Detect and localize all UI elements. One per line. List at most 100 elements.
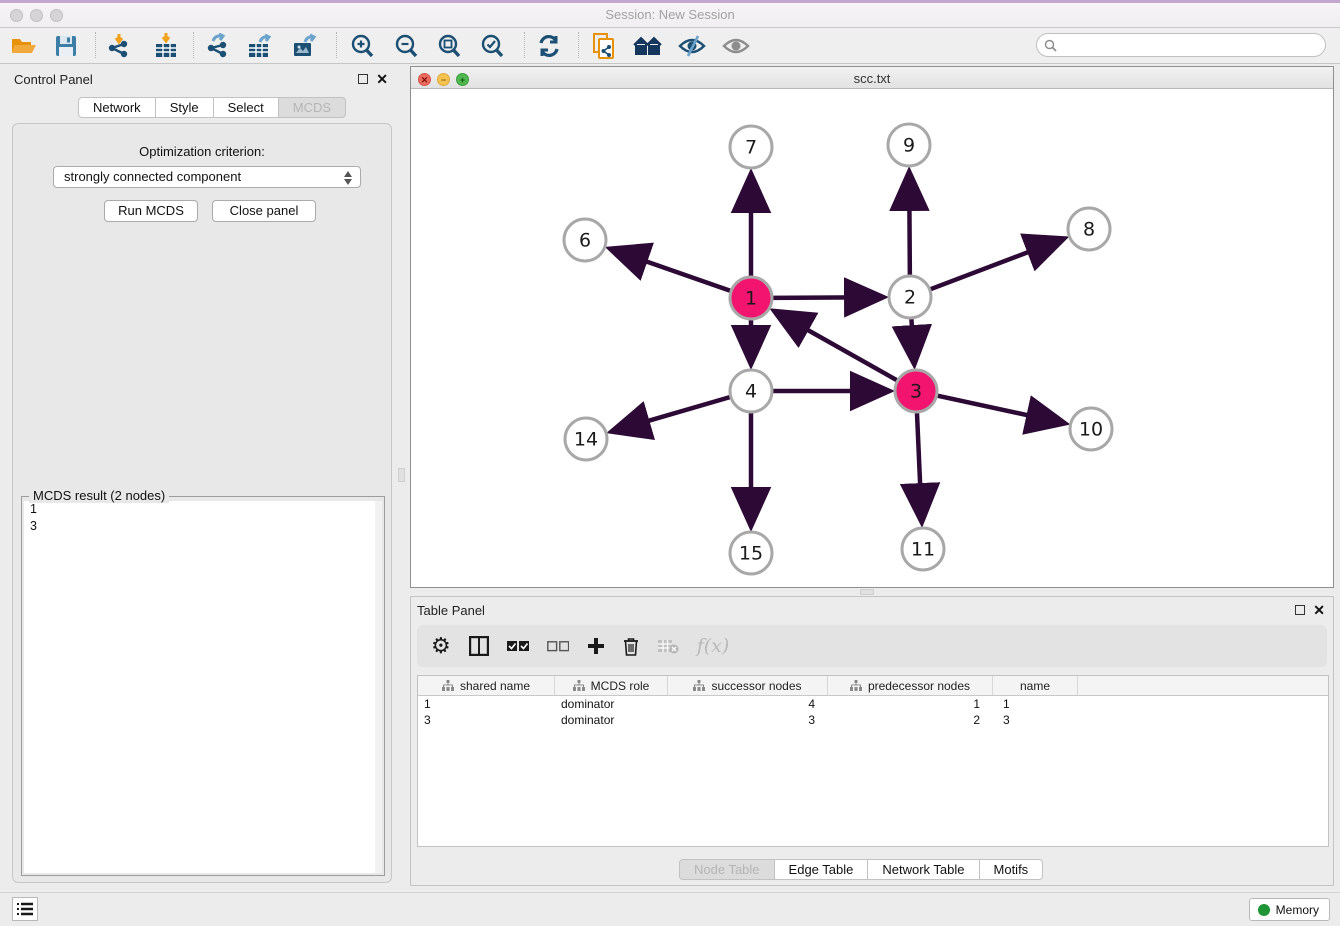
control-panel-title: Control Panel <box>14 72 93 87</box>
column-header-shared-name[interactable]: shared name <box>418 676 555 695</box>
zoom-fit-icon[interactable] <box>433 31 465 61</box>
window-title: Session: New Session <box>0 7 1340 22</box>
mcds-panel: Optimization criterion: strongly connect… <box>12 123 392 883</box>
delete-column-icon[interactable] <box>623 637 639 656</box>
vertical-splitter[interactable] <box>397 66 407 886</box>
zoom-out-icon[interactable] <box>390 31 422 61</box>
edge-2-8[interactable] <box>931 240 1061 290</box>
cell[interactable]: 2 <box>828 712 993 728</box>
show-graphics-details-icon[interactable] <box>720 31 752 61</box>
column-header-successor-nodes[interactable]: successor nodes <box>668 676 828 695</box>
import-network-icon[interactable] <box>103 31 135 61</box>
mcds-result-text[interactable]: 13 <box>24 501 382 873</box>
search-box[interactable] <box>1036 33 1326 57</box>
table-row[interactable]: 1dominator411 <box>418 696 1328 712</box>
main-toolbar <box>0 28 1340 64</box>
edge-3-11[interactable] <box>917 413 922 519</box>
table-header-row: shared nameMCDS rolesuccessor nodesprede… <box>418 676 1328 696</box>
optimization-criterion-select[interactable]: strongly connected component <box>53 166 361 188</box>
cell[interactable]: dominator <box>555 696 668 712</box>
network-view-window: ✕−+ scc.txt 7968124314101511 <box>410 66 1334 588</box>
optimization-criterion-label: Optimization criterion: <box>13 144 391 159</box>
cell[interactable]: 3 <box>668 712 828 728</box>
column-header-predecessor-nodes[interactable]: predecessor nodes <box>828 676 993 695</box>
create-column-icon[interactable] <box>587 637 605 655</box>
column-header-MCDS-role[interactable]: MCDS role <box>555 676 668 695</box>
tab-motifs[interactable]: Motifs <box>980 859 1044 880</box>
result-line: 3 <box>24 518 382 535</box>
select-all-columns-icon[interactable] <box>507 641 529 652</box>
close-panel-icon[interactable]: ✕ <box>376 71 388 88</box>
open-session-icon[interactable] <box>8 31 40 61</box>
edge-3-10[interactable] <box>937 396 1061 423</box>
table-settings-icon[interactable]: ⚙ <box>431 633 451 659</box>
edge-3-1[interactable] <box>777 313 897 380</box>
float-table-panel-icon[interactable] <box>1295 605 1305 615</box>
node-label-10: 10 <box>1079 419 1103 441</box>
task-history-button[interactable] <box>12 897 38 921</box>
node-label-14: 14 <box>574 429 598 451</box>
cell[interactable]: 1 <box>418 696 555 712</box>
result-scrollbar[interactable] <box>375 501 382 873</box>
run-mcds-button[interactable]: Run MCDS <box>104 200 198 222</box>
function-builder-icon: f(x) <box>697 635 730 657</box>
cell[interactable]: 3 <box>993 712 1078 728</box>
edge-2-9[interactable] <box>909 175 910 275</box>
clone-network-icon[interactable] <box>588 31 620 61</box>
cell[interactable]: 1 <box>993 696 1078 712</box>
table-panel: Table Panel ✕ ⚙ f(x) shared nameMCDS rol… <box>410 596 1334 886</box>
node-label-4: 4 <box>745 381 757 403</box>
hide-graphics-details-icon[interactable] <box>676 31 708 61</box>
table-panel-tabs: Node TableEdge TableNetwork TableMotifs <box>679 859 1043 880</box>
column-header-name[interactable]: name <box>993 676 1078 695</box>
export-table-icon[interactable] <box>245 31 277 61</box>
edge-2-3[interactable] <box>911 319 914 361</box>
node-label-2: 2 <box>904 287 916 309</box>
table-row[interactable]: 3dominator323 <box>418 712 1328 728</box>
tab-mcds[interactable]: MCDS <box>279 97 346 118</box>
node-label-1: 1 <box>745 288 757 310</box>
network-overview-icon[interactable] <box>632 31 664 61</box>
node-table[interactable]: shared nameMCDS rolesuccessor nodesprede… <box>417 675 1329 847</box>
tab-network-table[interactable]: Network Table <box>868 859 979 880</box>
search-input[interactable] <box>1063 35 1318 55</box>
export-network-icon[interactable] <box>202 31 234 61</box>
close-table-panel-icon[interactable]: ✕ <box>1313 602 1325 619</box>
edge-4-14[interactable] <box>615 397 730 430</box>
import-table-icon[interactable] <box>150 31 182 61</box>
tab-select[interactable]: Select <box>214 97 279 118</box>
unselect-all-columns-icon[interactable] <box>547 641 569 652</box>
edge-1-6[interactable] <box>613 250 730 291</box>
delete-table-icon <box>657 638 679 654</box>
cell[interactable]: dominator <box>555 712 668 728</box>
export-image-icon[interactable] <box>289 31 321 61</box>
node-label-3: 3 <box>910 381 922 403</box>
tab-network[interactable]: Network <box>78 97 156 118</box>
window-titlebar: Session: New Session <box>0 0 1340 28</box>
network-graph[interactable]: 7968124314101511 <box>411 89 1333 587</box>
close-panel-button[interactable]: Close panel <box>212 200 316 222</box>
horizontal-splitter[interactable] <box>860 589 874 595</box>
save-session-icon[interactable] <box>50 31 82 61</box>
memory-button[interactable]: Memory <box>1249 898 1330 921</box>
node-label-8: 8 <box>1083 219 1095 241</box>
node-label-7: 7 <box>745 137 757 159</box>
tab-edge-table[interactable]: Edge Table <box>775 859 869 880</box>
float-panel-icon[interactable] <box>358 74 368 84</box>
tab-style[interactable]: Style <box>156 97 214 118</box>
tab-node-table[interactable]: Node Table <box>679 859 775 880</box>
status-bar: Memory <box>0 892 1340 926</box>
network-window-titlebar[interactable]: ✕−+ scc.txt <box>411 67 1333 89</box>
show-columns-icon[interactable] <box>469 636 489 656</box>
mcds-result-box: MCDS result (2 nodes) 13 <box>21 496 385 876</box>
cell[interactable]: 1 <box>828 696 993 712</box>
zoom-in-icon[interactable] <box>346 31 378 61</box>
cell[interactable]: 4 <box>668 696 828 712</box>
cell[interactable]: 3 <box>418 712 555 728</box>
node-label-15: 15 <box>739 543 763 565</box>
memory-status-icon <box>1258 904 1270 916</box>
edge-1-2[interactable] <box>773 297 880 298</box>
apply-layout-icon[interactable] <box>533 31 565 61</box>
node-label-6: 6 <box>579 230 591 252</box>
zoom-selected-icon[interactable] <box>476 31 508 61</box>
